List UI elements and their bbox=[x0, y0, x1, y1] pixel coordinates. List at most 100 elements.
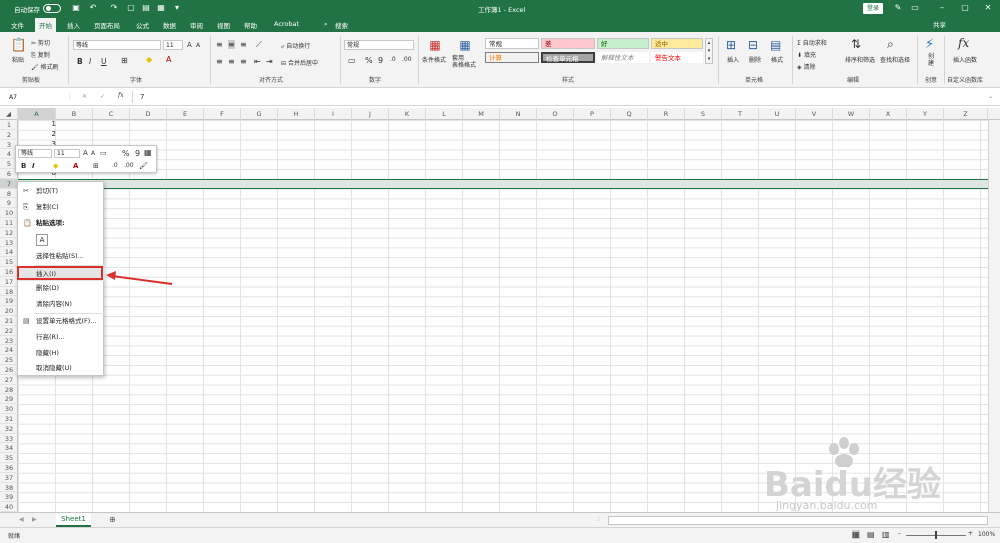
align-bottom-icon[interactable]: ≡ bbox=[240, 40, 247, 49]
increase-decimal-icon[interactable]: .0 bbox=[390, 56, 396, 63]
mini-italic-button[interactable]: I bbox=[32, 162, 35, 170]
zoom-out-icon[interactable]: – bbox=[898, 530, 901, 537]
add-sheet-icon[interactable]: ⊕ bbox=[109, 515, 116, 524]
minimize-icon[interactable]: – bbox=[937, 3, 947, 13]
cut-button[interactable]: ✂ 剪切 bbox=[31, 38, 50, 47]
indent-decrease-icon[interactable]: ⇤ bbox=[254, 57, 261, 66]
column-header[interactable]: P bbox=[574, 108, 611, 120]
pen-icon[interactable]: ✎ bbox=[893, 3, 903, 13]
save-icon[interactable]: ▣ bbox=[71, 3, 81, 13]
insert-function-fx-icon[interactable]: fx bbox=[118, 92, 124, 99]
delete-cells-icon[interactable]: ⊟ bbox=[748, 38, 758, 52]
column-header[interactable]: U bbox=[759, 108, 796, 120]
mini-shrink-icon[interactable]: A bbox=[91, 150, 95, 157]
menu-item-row-height[interactable]: 行高(R)... bbox=[18, 330, 105, 344]
login-button[interactable]: 登录 bbox=[863, 3, 883, 14]
row-header[interactable]: 17 bbox=[0, 277, 18, 287]
align-middle-icon[interactable]: ≡ bbox=[228, 40, 235, 49]
format-cells-icon[interactable]: ▤ bbox=[770, 38, 781, 52]
row-header[interactable]: 28 bbox=[0, 385, 18, 395]
row-header[interactable]: 31 bbox=[0, 414, 18, 424]
mini-font-color-icon[interactable]: A bbox=[73, 162, 78, 170]
maximize-icon[interactable]: ▢ bbox=[960, 3, 970, 13]
sheet-scroll-right-icon[interactable]: ▶ bbox=[32, 516, 37, 523]
clear-button[interactable]: ◈ 清除 bbox=[797, 62, 816, 71]
row-header[interactable]: 27 bbox=[0, 375, 18, 385]
menu-item-paste-special[interactable]: 选择性粘贴(S)... bbox=[18, 249, 105, 263]
indent-increase-icon[interactable]: ⇥ bbox=[266, 57, 273, 66]
style-good[interactable]: 好 bbox=[597, 38, 649, 49]
menu-item-delete[interactable]: 删除(D) bbox=[18, 281, 105, 295]
row-header[interactable]: 26 bbox=[0, 365, 18, 375]
font-size-dropdown[interactable]: 11 bbox=[163, 40, 183, 50]
align-top-icon[interactable]: ≡ bbox=[216, 40, 223, 49]
column-header[interactable]: R bbox=[648, 108, 685, 120]
mini-grow-icon[interactable]: A bbox=[83, 149, 88, 157]
name-box[interactable]: A7 bbox=[6, 92, 62, 103]
column-header[interactable]: H bbox=[278, 108, 315, 120]
insert-cells-icon[interactable]: ⊞ bbox=[726, 38, 736, 52]
column-header[interactable]: B bbox=[56, 108, 93, 120]
row-header[interactable]: 8 bbox=[0, 189, 18, 199]
new-file-icon[interactable]: ▢ bbox=[126, 3, 136, 13]
column-header[interactable]: N bbox=[500, 108, 537, 120]
style-check-cell[interactable]: 检查单元格 bbox=[541, 52, 595, 63]
row-header[interactable]: 29 bbox=[0, 394, 18, 405]
search-icon[interactable]: ⌕ bbox=[324, 20, 328, 29]
tab-review[interactable]: 审阅 bbox=[190, 20, 203, 30]
selected-row-7[interactable] bbox=[18, 178, 988, 189]
column-header[interactable]: K bbox=[389, 108, 426, 120]
column-header[interactable]: Z bbox=[944, 108, 988, 120]
conditional-format-button[interactable]: 条件格式 bbox=[422, 55, 446, 64]
font-name-dropdown[interactable]: 等线 bbox=[73, 40, 161, 50]
column-header[interactable]: Q bbox=[611, 108, 648, 120]
percent-button[interactable]: % bbox=[365, 56, 373, 65]
ideas-icon[interactable]: ⚡ bbox=[925, 37, 934, 52]
column-header[interactable]: O bbox=[537, 108, 574, 120]
insert-function-icon[interactable]: fx bbox=[958, 36, 969, 50]
row-header[interactable]: 14 bbox=[0, 247, 18, 258]
decrease-decimal-icon[interactable]: .00 bbox=[402, 56, 412, 63]
column-header[interactable]: D bbox=[130, 108, 167, 120]
find-select-button[interactable]: 查找和选择 bbox=[880, 55, 910, 64]
row-header[interactable]: 2 bbox=[0, 130, 18, 140]
mini-border-icon[interactable]: ⊞ bbox=[93, 162, 99, 170]
paste-icon[interactable]: 📋 bbox=[10, 38, 28, 54]
autosum-button[interactable]: Σ 自动求和 bbox=[797, 38, 827, 47]
format-as-table-button[interactable]: 套用 表格格式 bbox=[452, 55, 476, 69]
row-header[interactable]: 24 bbox=[0, 345, 18, 356]
column-header[interactable]: A bbox=[18, 108, 56, 120]
column-header[interactable]: C bbox=[93, 108, 130, 120]
fill-color-icon[interactable]: ◆ bbox=[146, 55, 152, 64]
row-header[interactable]: 7 bbox=[0, 178, 18, 189]
align-center-icon[interactable]: ≡ bbox=[228, 57, 235, 66]
delete-cells-button[interactable]: 删除 bbox=[749, 55, 761, 64]
column-header[interactable]: F bbox=[204, 108, 241, 120]
styles-gallery-scroll[interactable]: ▴ ▾ ▾ bbox=[705, 38, 713, 64]
sheet-tab-sheet1[interactable]: Sheet1 bbox=[56, 513, 91, 527]
border-icon[interactable]: ⊞ bbox=[121, 56, 128, 65]
menu-item-cut[interactable]: ✂ 剪切(T) bbox=[18, 184, 105, 198]
copy-button[interactable]: ⎘ 复制 bbox=[31, 50, 50, 60]
find-select-icon[interactable]: ⌕ bbox=[887, 37, 894, 52]
open-file-icon[interactable]: ▤ bbox=[141, 3, 151, 13]
format-cells-button[interactable]: 格式 bbox=[771, 55, 783, 64]
column-header[interactable]: M bbox=[463, 108, 500, 120]
row-header[interactable]: 11 bbox=[0, 218, 18, 228]
mini-font-dropdown[interactable]: 等线 bbox=[18, 149, 52, 158]
search-box[interactable]: 搜索 bbox=[335, 20, 348, 30]
mini-currency-icon[interactable]: ▭ bbox=[100, 149, 107, 157]
column-header[interactable]: L bbox=[426, 108, 463, 120]
mini-comma-button[interactable]: 9 bbox=[135, 149, 140, 158]
row-header[interactable]: 36 bbox=[0, 463, 18, 473]
tab-home[interactable]: 开始 bbox=[35, 18, 56, 32]
tab-formulas[interactable]: 公式 bbox=[136, 20, 149, 30]
close-icon[interactable]: ✕ bbox=[983, 3, 993, 13]
normal-view-icon[interactable]: ▦ bbox=[852, 530, 860, 539]
column-header[interactable]: V bbox=[796, 108, 833, 120]
mini-format-painter-icon[interactable]: 🖌 bbox=[139, 162, 148, 170]
column-header[interactable]: W bbox=[833, 108, 870, 120]
cancel-entry-icon[interactable]: ✕ bbox=[82, 93, 87, 100]
comma-button[interactable]: 9 bbox=[378, 56, 383, 65]
tab-page-layout[interactable]: 页面布局 bbox=[94, 20, 120, 30]
